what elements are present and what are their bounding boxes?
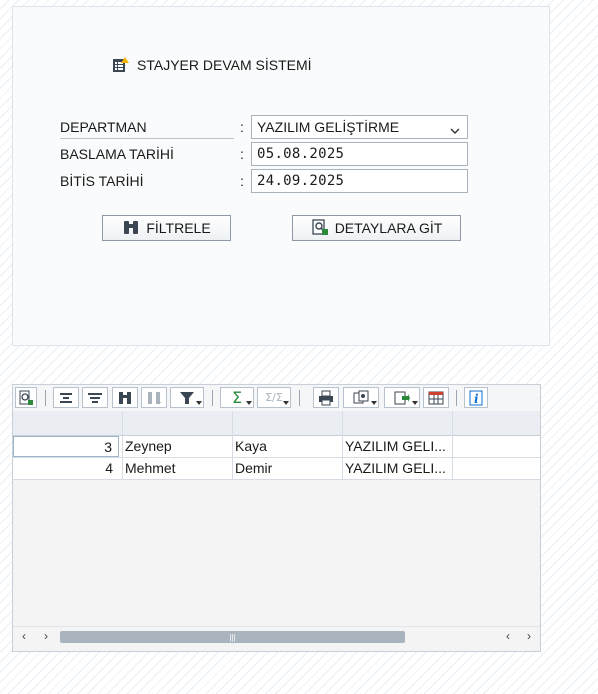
column-header-id[interactable] <box>13 411 123 435</box>
data-grid: + Σ Σ/Σ i 3 Zeynep Kaya YAZILIM GELI... … <box>12 384 541 652</box>
start-date-field[interactable]: 05.08.2025 <box>251 142 468 166</box>
scroll-grip-icon: ||| <box>229 632 236 642</box>
binoculars-icon <box>122 218 140 239</box>
filter-button-label: FİLTRELE <box>146 220 211 236</box>
start-date-row: BASLAMA TARİHİ : <box>60 142 250 166</box>
align-center-icon[interactable] <box>53 387 79 408</box>
column-header-department[interactable] <box>343 411 453 435</box>
column-header-last-name[interactable] <box>233 411 343 435</box>
cell-department[interactable]: YAZILIM GELI... <box>345 436 451 457</box>
start-date-label: BASLAMA TARİHİ <box>60 146 174 162</box>
cell-id[interactable]: 4 <box>13 458 119 479</box>
cell-last-name[interactable]: Demir <box>235 458 341 479</box>
cell-first-name[interactable]: Zeynep <box>125 436 231 457</box>
scroll-left-first-icon[interactable]: ‹ <box>15 627 33 645</box>
department-select[interactable]: YAZILIM GELİŞTİRME <box>251 115 468 139</box>
filter-icon[interactable] <box>170 387 204 408</box>
document-list-icon <box>112 56 130 74</box>
align-bottom-icon[interactable] <box>82 387 108 408</box>
svg-text:i: i <box>474 392 479 406</box>
start-date-colon: : <box>240 146 244 162</box>
chevron-down-icon[interactable] <box>449 121 461 134</box>
app-title: STAJYER DEVAM SİSTEMİ <box>112 56 312 74</box>
find-next-icon[interactable]: + <box>141 387 167 408</box>
cell-first-name[interactable]: Mehmet <box>125 458 231 479</box>
binoculars-icon[interactable] <box>112 387 138 408</box>
end-date-row: BİTİS TARİHİ : <box>60 169 250 193</box>
department-colon: : <box>240 119 244 135</box>
print-icon[interactable] <box>313 387 339 408</box>
end-date-label: BİTİS TARİHİ <box>60 173 144 189</box>
export-icon[interactable] <box>384 387 420 408</box>
scroll-right-next-icon[interactable]: › <box>520 627 538 645</box>
cell-id[interactable]: 3 <box>13 436 119 457</box>
cell-department[interactable]: YAZILIM GELI... <box>345 458 451 479</box>
filter-button[interactable]: FİLTRELE <box>102 215 231 241</box>
svg-text:+: + <box>157 398 162 406</box>
end-date-field[interactable]: 24.09.2025 <box>251 169 468 193</box>
details-icon[interactable] <box>15 387 37 408</box>
department-value: YAZILIM GELİŞTİRME <box>257 119 400 135</box>
cell-last-name[interactable]: Kaya <box>235 436 341 457</box>
table-row[interactable]: 4 Mehmet Demir YAZILIM GELI... <box>13 458 540 480</box>
layout-icon[interactable] <box>423 387 449 408</box>
horizontal-scrollbar[interactable]: ‹ › ||| ‹ › <box>13 626 540 645</box>
scroll-right-prev-icon[interactable]: ‹ <box>499 627 517 645</box>
end-date-colon: : <box>240 173 244 189</box>
details-button-label: DETAYLARA GİT <box>334 220 443 236</box>
views-icon[interactable] <box>343 387 379 408</box>
scrollbar-thumb[interactable]: ||| <box>60 631 405 643</box>
department-row: DEPARTMAN : <box>60 115 250 139</box>
info-icon[interactable]: i <box>464 387 488 408</box>
sum-icon[interactable]: Σ <box>220 387 254 408</box>
details-button[interactable]: DETAYLARA GİT <box>292 215 461 241</box>
details-icon <box>311 218 329 239</box>
table-row[interactable]: 3 Zeynep Kaya YAZILIM GELI... <box>13 436 540 458</box>
column-header-first-name[interactable] <box>123 411 233 435</box>
scroll-left-next-icon[interactable]: › <box>37 627 55 645</box>
department-label: DEPARTMAN <box>60 115 234 139</box>
column-header-extra[interactable] <box>453 411 540 435</box>
app-title-text: STAJYER DEVAM SİSTEMİ <box>137 57 312 73</box>
subtotal-icon[interactable]: Σ/Σ <box>257 387 291 408</box>
grid-toolbar: + Σ Σ/Σ i <box>13 385 540 412</box>
grid-header <box>13 411 540 436</box>
